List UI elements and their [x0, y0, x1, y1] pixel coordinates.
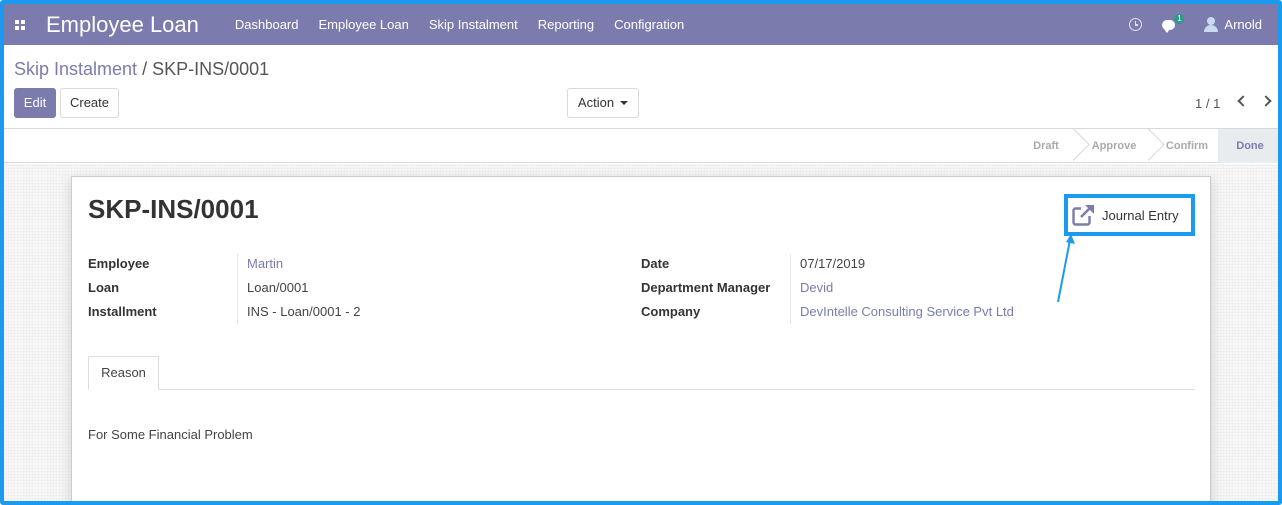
- loan-label: Loan: [88, 280, 120, 295]
- caret-down-icon: [620, 100, 629, 105]
- installment-label: Installment: [88, 304, 157, 319]
- create-button[interactable]: Create: [60, 88, 119, 118]
- external-link-icon: [1072, 204, 1095, 226]
- company-label: Company: [641, 304, 701, 319]
- employee-label: Employee: [88, 256, 150, 271]
- menu-reporting[interactable]: Reporting: [538, 17, 594, 32]
- breadcrumb: Skip Instalment / SKP-INS/0001: [14, 59, 269, 80]
- tab-bar-line: [88, 389, 1195, 390]
- breadcrumb-parent[interactable]: Skip Instalment: [14, 59, 137, 79]
- loan-value: Loan/0001: [247, 280, 309, 295]
- date-label: Date: [641, 256, 670, 271]
- top-navbar: Employee Loan Dashboard Employee Loan Sk…: [4, 4, 1278, 45]
- tab-reason[interactable]: Reason: [88, 356, 159, 390]
- user-avatar-icon[interactable]: [1204, 17, 1219, 32]
- messaging-button[interactable]: 1: [1162, 13, 1185, 33]
- department-manager-value[interactable]: Devid: [800, 280, 833, 295]
- stage-done[interactable]: Done: [1218, 129, 1278, 163]
- app-brand: Employee Loan: [46, 11, 199, 37]
- date-value: 07/17/2019: [800, 256, 866, 271]
- edit-button[interactable]: Edit: [14, 88, 56, 118]
- chevron-left-icon[interactable]: [1237, 95, 1249, 107]
- installment-value: INS - Loan/0001 - 2: [247, 304, 361, 319]
- breadcrumb-current: SKP-INS/0001: [152, 59, 270, 79]
- journal-entry-button[interactable]: Journal Entry: [1064, 194, 1195, 236]
- pager-value[interactable]: 1 / 1: [1195, 96, 1220, 111]
- breadcrumb-separator: /: [142, 59, 148, 79]
- status-bar: Draft Approve Confirm Done: [4, 129, 1278, 163]
- chat-count-badge: 1: [1174, 13, 1185, 24]
- apps-menu-icon[interactable]: [4, 4, 36, 45]
- department-manager-label: Department Manager: [641, 280, 771, 295]
- chevron-right-icon[interactable]: [1260, 95, 1272, 107]
- action-dropdown[interactable]: Action: [567, 88, 639, 118]
- field-divider: [790, 254, 791, 324]
- menu-configration[interactable]: Configration: [614, 17, 684, 32]
- company-value[interactable]: DevIntelle Consulting Service Pvt Ltd: [800, 304, 1014, 319]
- stage-confirm[interactable]: Confirm: [1156, 129, 1218, 163]
- menu-dashboard[interactable]: Dashboard: [235, 17, 299, 32]
- action-label: Action: [577, 95, 615, 110]
- record-title: SKP-INS/0001: [88, 194, 259, 224]
- menu-employee-loan[interactable]: Employee Loan: [319, 17, 409, 32]
- app-window: Employee Loan Dashboard Employee Loan Sk…: [0, 0, 1282, 505]
- journal-entry-label: Journal Entry: [1102, 207, 1179, 223]
- user-menu[interactable]: Arnold: [1224, 17, 1262, 32]
- field-divider: [237, 254, 238, 324]
- reason-text: For Some Financial Problem: [88, 427, 253, 442]
- menu-skip-instalment[interactable]: Skip Instalment: [429, 17, 518, 32]
- annotation-arrow: [1057, 234, 1075, 303]
- form-sheet: [71, 176, 1211, 501]
- activity-clock-icon[interactable]: [1129, 18, 1143, 31]
- employee-value[interactable]: Martin: [247, 256, 283, 271]
